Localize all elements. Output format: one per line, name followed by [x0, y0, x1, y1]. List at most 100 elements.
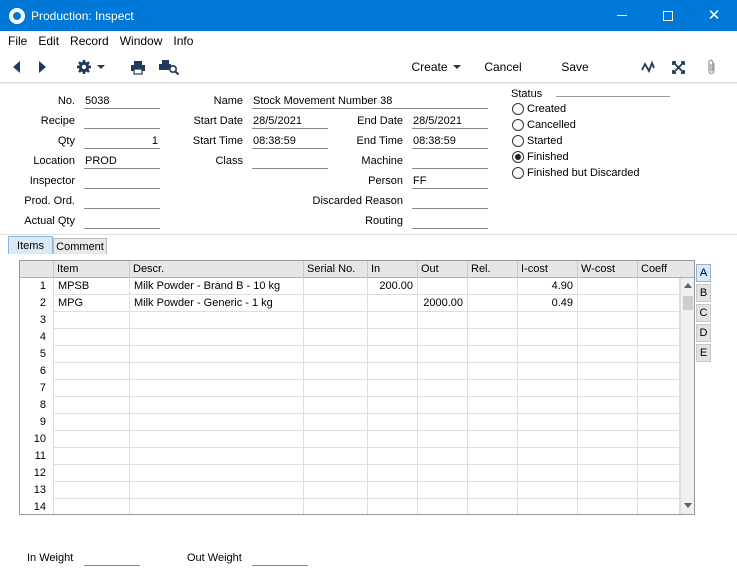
table-row[interactable]: 12 — [20, 465, 680, 482]
in-cell[interactable] — [368, 329, 418, 346]
item-cell[interactable] — [54, 448, 130, 465]
out-cell[interactable] — [418, 312, 468, 329]
rel-cell[interactable] — [468, 397, 518, 414]
coeff-cell[interactable] — [638, 448, 680, 465]
rel-cell[interactable] — [468, 414, 518, 431]
descr-cell[interactable] — [130, 431, 304, 448]
expand-button[interactable] — [668, 51, 688, 83]
rel-cell[interactable] — [468, 482, 518, 499]
menu-file[interactable]: File — [2, 34, 32, 48]
item-cell[interactable] — [54, 482, 130, 499]
coeff-cell[interactable] — [638, 346, 680, 363]
coeff-cell[interactable] — [638, 380, 680, 397]
save-button[interactable]: Save — [556, 51, 594, 83]
column-header-in[interactable]: In — [368, 261, 418, 278]
name-field[interactable]: Stock Movement Number 38 — [252, 94, 488, 109]
item-cell[interactable] — [54, 397, 130, 414]
w-cost-cell[interactable] — [578, 431, 638, 448]
w-cost-cell[interactable] — [578, 414, 638, 431]
minimize-button[interactable] — [599, 0, 645, 31]
table-row[interactable]: 7 — [20, 380, 680, 397]
item-cell[interactable] — [54, 431, 130, 448]
column-header-rel[interactable]: Rel. — [468, 261, 518, 278]
item-cell[interactable] — [54, 380, 130, 397]
discarded-reason-field[interactable] — [412, 194, 488, 209]
out-cell[interactable] — [418, 465, 468, 482]
descr-cell[interactable] — [130, 465, 304, 482]
descr-cell[interactable] — [130, 482, 304, 499]
table-row[interactable]: 6 — [20, 363, 680, 380]
coeff-cell[interactable] — [638, 414, 680, 431]
in-cell[interactable] — [368, 431, 418, 448]
w-cost-cell[interactable] — [578, 397, 638, 414]
next-record-button[interactable] — [32, 51, 52, 83]
w-cost-cell[interactable] — [578, 312, 638, 329]
maximize-button[interactable] — [645, 0, 691, 31]
side-tab-d[interactable]: D — [696, 324, 711, 342]
serial-no-cell[interactable] — [304, 380, 368, 397]
item-cell[interactable] — [54, 465, 130, 482]
serial-no-cell[interactable] — [304, 448, 368, 465]
table-row[interactable]: 10 — [20, 431, 680, 448]
table-row[interactable]: 2 MPG Milk Powder - Generic - 1 kg 2000.00 0… — [20, 295, 680, 312]
descr-cell[interactable]: Milk Powder - Brand B - 10 kg — [130, 278, 304, 295]
out-cell[interactable] — [418, 346, 468, 363]
out-cell[interactable] — [418, 431, 468, 448]
item-cell[interactable]: MPSB — [54, 278, 130, 295]
column-header-descr[interactable]: Descr. — [130, 261, 304, 278]
coeff-cell[interactable] — [638, 431, 680, 448]
in-cell[interactable] — [368, 363, 418, 380]
person-field[interactable]: FF — [412, 174, 488, 189]
side-tab-b[interactable]: B — [696, 284, 711, 302]
i-cost-cell[interactable] — [518, 312, 578, 329]
out-cell[interactable] — [418, 329, 468, 346]
in-cell[interactable] — [368, 499, 418, 514]
side-tab-a[interactable]: A — [696, 264, 711, 282]
rel-cell[interactable] — [468, 499, 518, 514]
in-cell[interactable] — [368, 346, 418, 363]
table-row[interactable]: 5 — [20, 346, 680, 363]
w-cost-cell[interactable] — [578, 380, 638, 397]
end-date-field[interactable]: 28/5/2021 — [412, 114, 488, 129]
end-time-field[interactable]: 08:38:59 — [412, 134, 488, 149]
in-cell[interactable] — [368, 397, 418, 414]
out-cell[interactable] — [418, 482, 468, 499]
out-cell[interactable] — [418, 448, 468, 465]
routing-field[interactable] — [412, 214, 488, 229]
item-cell[interactable] — [54, 363, 130, 380]
vertical-scrollbar[interactable] — [680, 278, 694, 514]
side-tab-c[interactable]: C — [696, 304, 711, 322]
in-cell[interactable] — [368, 482, 418, 499]
in-weight-field[interactable] — [84, 551, 140, 566]
rel-cell[interactable] — [468, 295, 518, 312]
scroll-thumb[interactable] — [683, 296, 693, 310]
item-cell[interactable] — [54, 346, 130, 363]
out-cell[interactable] — [418, 380, 468, 397]
descr-cell[interactable] — [130, 329, 304, 346]
rel-cell[interactable] — [468, 312, 518, 329]
menu-edit[interactable]: Edit — [32, 34, 64, 48]
w-cost-cell[interactable] — [578, 465, 638, 482]
rel-cell[interactable] — [468, 346, 518, 363]
menu-window[interactable]: Window — [114, 34, 168, 48]
i-cost-cell[interactable] — [518, 380, 578, 397]
serial-no-cell[interactable] — [304, 397, 368, 414]
item-cell[interactable] — [54, 499, 130, 514]
rel-cell[interactable] — [468, 431, 518, 448]
coeff-cell[interactable] — [638, 278, 680, 295]
serial-no-cell[interactable] — [304, 414, 368, 431]
coeff-cell[interactable] — [638, 295, 680, 312]
table-row[interactable]: 14 — [20, 499, 680, 514]
in-cell[interactable] — [368, 380, 418, 397]
serial-no-cell[interactable] — [304, 431, 368, 448]
i-cost-cell[interactable] — [518, 465, 578, 482]
print-button[interactable] — [128, 51, 148, 83]
inspector-field[interactable] — [84, 174, 160, 189]
i-cost-cell[interactable] — [518, 499, 578, 514]
side-tab-e[interactable]: E — [696, 344, 711, 362]
tab-comment[interactable]: Comment — [53, 238, 107, 255]
rel-cell[interactable] — [468, 278, 518, 295]
operations-menu-button[interactable] — [72, 51, 108, 83]
serial-no-cell[interactable] — [304, 482, 368, 499]
activity-button[interactable] — [638, 51, 658, 83]
